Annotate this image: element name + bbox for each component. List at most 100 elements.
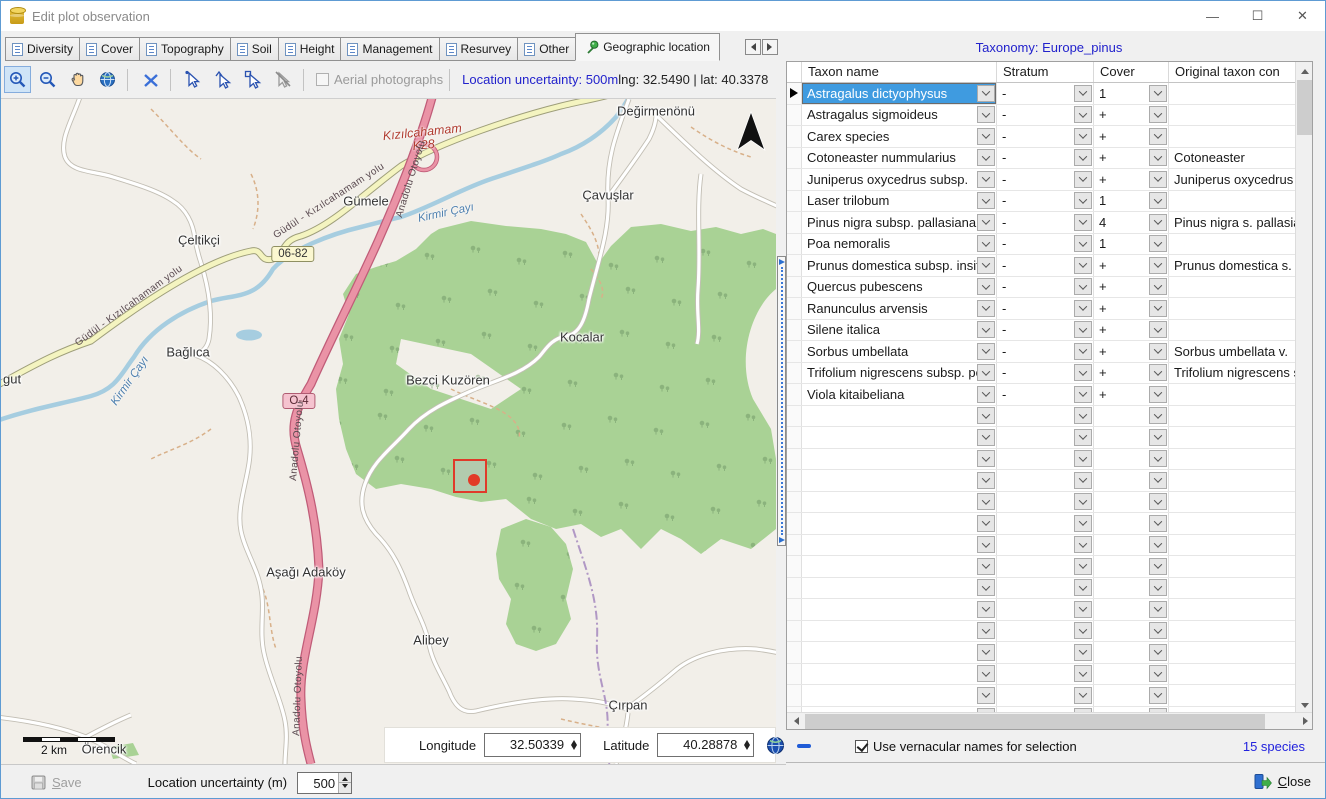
table-row[interactable]: Trifolium nigrescens subsp. petrisavii-+… — [787, 363, 1297, 385]
zoom-out-button[interactable] — [34, 66, 61, 93]
row-selector-cell[interactable] — [787, 664, 802, 685]
table-row[interactable]: Viola kitaibeliana-+ — [787, 384, 1297, 406]
select-add-pointer-button[interactable] — [210, 66, 237, 93]
original-taxon-cell[interactable] — [1169, 191, 1297, 212]
original-taxon-cell[interactable] — [1169, 126, 1297, 147]
original-taxon-cell[interactable] — [1169, 578, 1297, 599]
location-uncertainty-input[interactable]: 500 — [297, 772, 352, 794]
taxon-cell[interactable]: Juniperus oxycedrus subsp. — [802, 169, 997, 190]
taxon-cell[interactable] — [802, 513, 997, 534]
row-selector-cell[interactable] — [787, 277, 802, 298]
row-selector-cell[interactable] — [787, 427, 802, 448]
stratum-cell[interactable]: - — [997, 126, 1094, 147]
table-row-empty[interactable] — [787, 427, 1297, 449]
taxon-dropdown[interactable] — [977, 493, 995, 510]
original-taxon-cell[interactable] — [1169, 685, 1297, 706]
cover-cell[interactable]: 1 — [1094, 83, 1169, 104]
table-row[interactable]: Juniperus oxycedrus subsp.-+Juniperus ox… — [787, 169, 1297, 191]
taxon-cell[interactable] — [802, 664, 997, 685]
taxon-dropdown[interactable] — [977, 472, 995, 489]
cover-dropdown[interactable] — [1149, 214, 1167, 231]
taxon-cell[interactable] — [802, 556, 997, 577]
table-row[interactable]: Cotoneaster nummularius-+Cotoneaster — [787, 148, 1297, 170]
cover-dropdown[interactable] — [1149, 536, 1167, 553]
taxon-cell[interactable] — [802, 685, 997, 706]
cover-cell[interactable] — [1094, 664, 1169, 685]
row-selector-cell[interactable] — [787, 298, 802, 319]
horizontal-scrollbar[interactable] — [787, 712, 1313, 729]
cover-cell[interactable] — [1094, 470, 1169, 491]
stratum-cell[interactable]: - — [997, 212, 1094, 233]
taxon-cell[interactable]: Poa nemoralis — [802, 234, 997, 255]
taxon-cell[interactable]: Trifolium nigrescens subsp. petrisavii — [802, 363, 997, 384]
taxon-cell[interactable]: Pinus nigra subsp. pallasiana — [802, 212, 997, 233]
cover-dropdown[interactable] — [1149, 665, 1167, 682]
taxon-cell[interactable]: Ranunculus arvensis — [802, 298, 997, 319]
table-row-empty[interactable] — [787, 556, 1297, 578]
tab-other[interactable]: Other — [517, 37, 576, 61]
stratum-dropdown[interactable] — [1074, 214, 1092, 231]
taxon-dropdown[interactable] — [977, 687, 995, 704]
original-taxon-cell[interactable] — [1169, 105, 1297, 126]
cover-cell[interactable] — [1094, 621, 1169, 642]
clear-selection-button[interactable] — [137, 66, 164, 93]
cover-cell[interactable]: + — [1094, 255, 1169, 276]
table-row-empty[interactable] — [787, 470, 1297, 492]
stratum-cell[interactable]: - — [997, 169, 1094, 190]
stratum-dropdown[interactable] — [1074, 665, 1092, 682]
stratum-cell[interactable] — [997, 470, 1094, 491]
taxon-cell[interactable] — [802, 642, 997, 663]
tab-geographic-location[interactable]: Geographic location — [575, 33, 720, 61]
stratum-dropdown[interactable] — [1074, 515, 1092, 532]
cover-dropdown[interactable] — [1149, 106, 1167, 123]
taxon-dropdown[interactable] — [977, 257, 995, 274]
cover-dropdown[interactable] — [1149, 235, 1167, 252]
stratum-dropdown[interactable] — [1074, 579, 1092, 596]
cover-dropdown[interactable] — [1149, 429, 1167, 446]
taxon-cell[interactable]: Sorbus umbellata — [802, 341, 997, 362]
longitude-input[interactable]: 32.50339 — [484, 733, 581, 757]
row-selector-cell[interactable] — [787, 341, 802, 362]
taxon-dropdown[interactable] — [977, 515, 995, 532]
taxon-cell[interactable]: Quercus pubescens — [802, 277, 997, 298]
plot-marker-selection[interactable] — [453, 459, 487, 493]
cover-cell[interactable]: + — [1094, 298, 1169, 319]
close-button[interactable]: Close — [1254, 773, 1311, 790]
cover-cell[interactable]: + — [1094, 148, 1169, 169]
column-header-cover[interactable]: Cover — [1094, 62, 1169, 82]
tab-cover[interactable]: Cover — [79, 37, 140, 61]
cover-cell[interactable]: + — [1094, 341, 1169, 362]
cover-dropdown[interactable] — [1149, 364, 1167, 381]
row-selector-cell[interactable] — [787, 685, 802, 706]
panel-splitter[interactable] — [777, 256, 786, 546]
column-header-original-taxon-concept[interactable]: Original taxon concept — [1169, 62, 1280, 82]
stratum-dropdown[interactable] — [1074, 429, 1092, 446]
table-row-empty[interactable] — [787, 449, 1297, 471]
tab-height[interactable]: Height — [278, 37, 342, 61]
stratum-dropdown[interactable] — [1074, 450, 1092, 467]
table-row[interactable]: Sorbus umbellata-+Sorbus umbellata v. — [787, 341, 1297, 363]
taxon-cell[interactable]: Laser trilobum — [802, 191, 997, 212]
save-button[interactable]: Save — [31, 775, 82, 790]
cover-dropdown[interactable] — [1149, 515, 1167, 532]
stratum-cell[interactable]: - — [997, 341, 1094, 362]
cover-cell[interactable]: + — [1094, 363, 1169, 384]
stratum-cell[interactable] — [997, 492, 1094, 513]
row-selector-cell[interactable] — [787, 169, 802, 190]
taxon-dropdown[interactable] — [977, 278, 995, 295]
original-taxon-cell[interactable] — [1169, 449, 1297, 470]
stratum-dropdown[interactable] — [1074, 343, 1092, 360]
taxon-cell[interactable] — [802, 470, 997, 491]
pan-button[interactable] — [64, 66, 91, 93]
original-taxon-cell[interactable]: Sorbus umbellata v. — [1169, 341, 1297, 362]
stratum-dropdown[interactable] — [1074, 149, 1092, 166]
cover-dropdown[interactable] — [1149, 558, 1167, 575]
stratum-dropdown[interactable] — [1074, 407, 1092, 424]
table-row[interactable]: Astragalus dictyophysus-1 — [787, 83, 1297, 105]
row-selector-cell[interactable] — [787, 492, 802, 513]
cover-cell[interactable]: 1 — [1094, 191, 1169, 212]
cover-cell[interactable]: + — [1094, 126, 1169, 147]
stratum-cell[interactable]: - — [997, 277, 1094, 298]
stratum-dropdown[interactable] — [1074, 171, 1092, 188]
cover-cell[interactable] — [1094, 535, 1169, 556]
